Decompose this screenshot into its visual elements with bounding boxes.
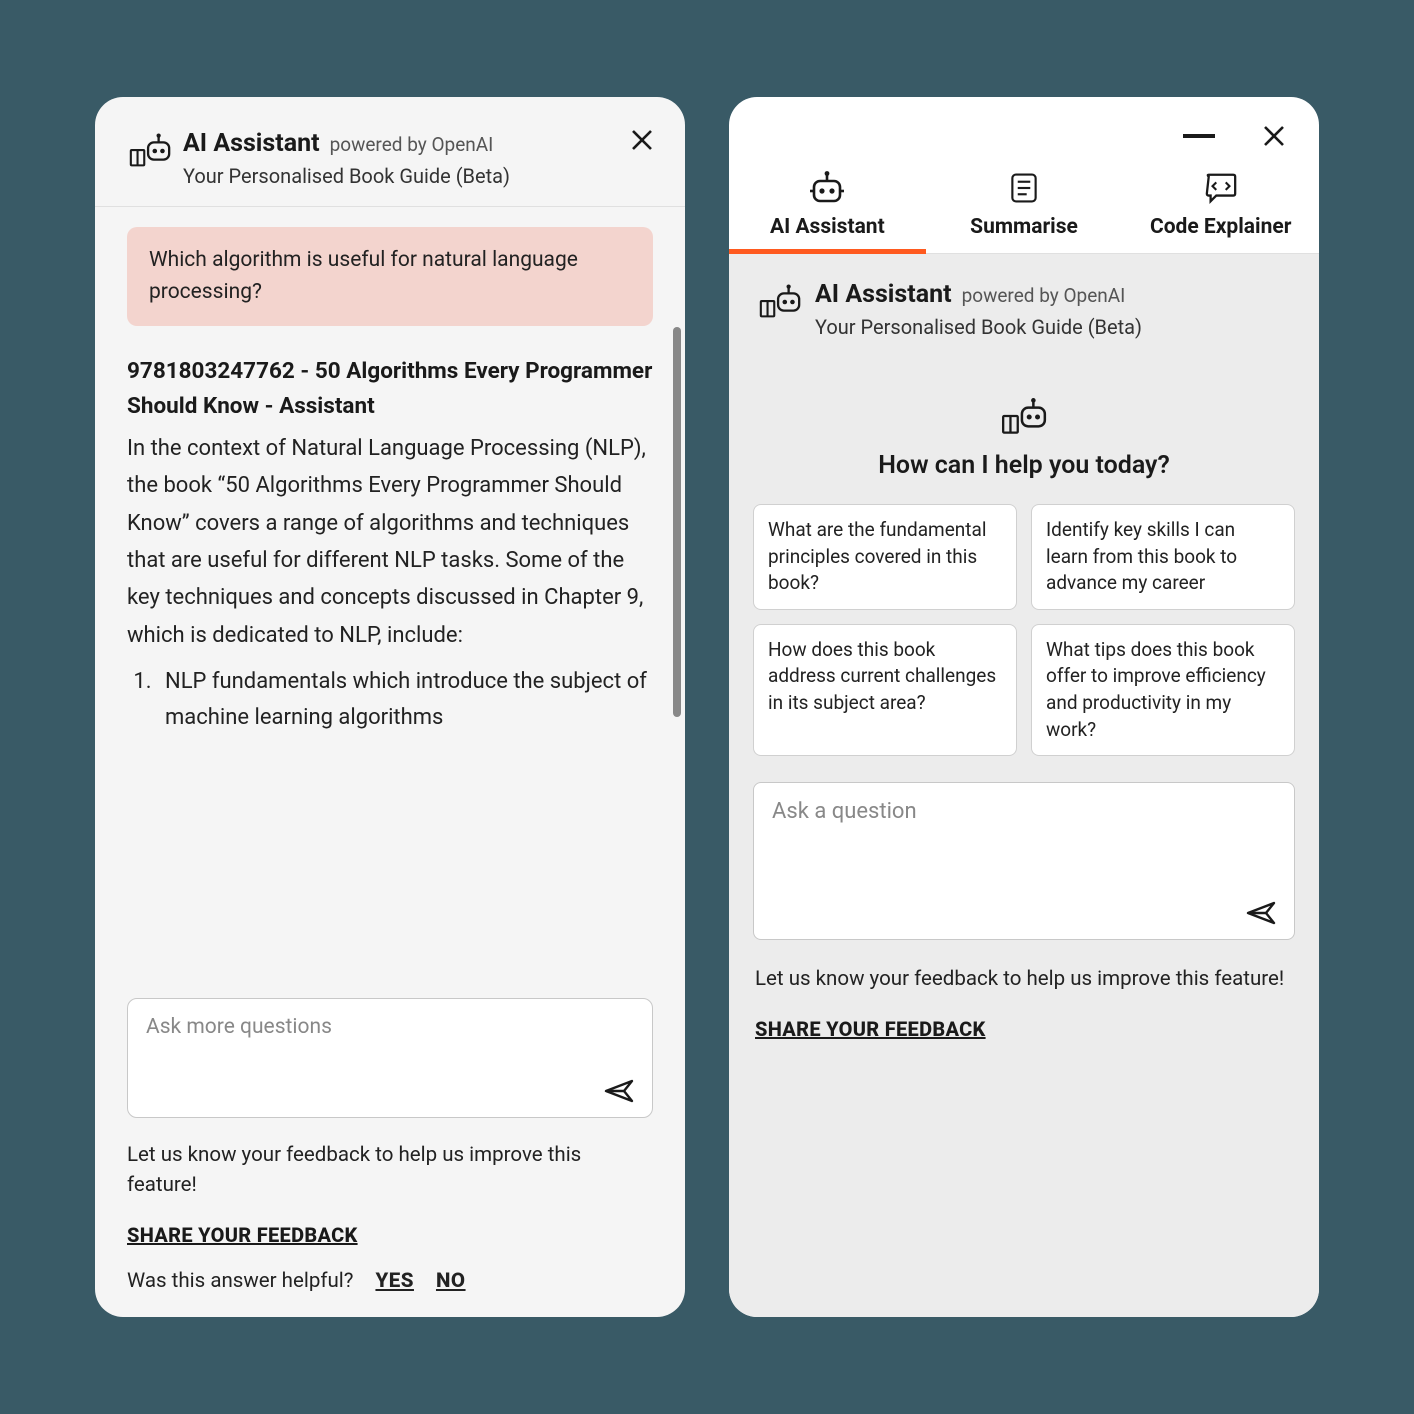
- robot-icon: [808, 171, 846, 205]
- powered-by-text: powered by OpenAI: [330, 133, 494, 156]
- powered-by-text: powered by OpenAI: [962, 284, 1126, 307]
- panel-title: AI Assistant: [183, 129, 320, 158]
- close-icon: [1263, 123, 1285, 149]
- panel-subtitle: Your Personalised Book Guide (Beta): [815, 315, 1142, 339]
- right-panel: AI Assistant Summarise Code Explainer AI…: [729, 97, 1319, 1317]
- assistant-main: How can I help you today? What are the f…: [729, 365, 1319, 1317]
- tab-label: Code Explainer: [1150, 215, 1291, 239]
- feedback-prompt: Let us know your feedback to help us imp…: [127, 1140, 653, 1202]
- suggestion-card[interactable]: How does this book address current chall…: [753, 624, 1017, 756]
- document-icon: [1005, 171, 1043, 205]
- robot-book-icon: [127, 131, 173, 171]
- user-question: Which algorithm is useful for natural la…: [127, 227, 653, 326]
- close-button[interactable]: [631, 129, 653, 151]
- assistant-header: AI Assistant powered by OpenAI Your Pers…: [729, 254, 1319, 365]
- helpful-yes-button[interactable]: YES: [375, 1269, 414, 1293]
- feedback-prompt: Let us know your feedback to help us imp…: [755, 964, 1293, 995]
- panel-title: AI Assistant: [815, 280, 952, 309]
- feedback-section: Let us know your feedback to help us imp…: [95, 1118, 685, 1318]
- suggestion-grid: What are the fundamental principles cove…: [753, 504, 1295, 756]
- window-controls: [729, 97, 1319, 147]
- chat-content: Which algorithm is useful for natural la…: [95, 207, 685, 974]
- panel-header: AI Assistant powered by OpenAI Your Pers…: [95, 97, 685, 207]
- share-feedback-link[interactable]: SHARE YOUR FEEDBACK: [755, 1017, 986, 1041]
- send-icon[interactable]: [604, 1077, 636, 1105]
- helpful-prompt: Was this answer helpful?: [127, 1269, 353, 1293]
- question-input[interactable]: Ask a question: [753, 782, 1295, 940]
- robot-book-icon: [999, 395, 1049, 439]
- tab-label: AI Assistant: [770, 215, 885, 239]
- send-icon[interactable]: [1246, 899, 1278, 927]
- robot-book-icon: [757, 282, 803, 322]
- answer-heading: 9781803247762 - 50 Algorithms Every Prog…: [127, 354, 653, 424]
- input-placeholder: Ask more questions: [146, 1015, 332, 1039]
- suggestion-card[interactable]: What tips does this book offer to improv…: [1031, 624, 1295, 756]
- left-panel: AI Assistant powered by OpenAI Your Pers…: [95, 97, 685, 1317]
- close-icon: [631, 129, 653, 151]
- share-feedback-link[interactable]: SHARE YOUR FEEDBACK: [127, 1223, 358, 1247]
- question-input[interactable]: Ask more questions: [127, 998, 653, 1118]
- help-hero: How can I help you today?: [753, 375, 1295, 504]
- tab-summarise[interactable]: Summarise: [926, 171, 1123, 253]
- scrollbar[interactable]: [673, 327, 681, 717]
- input-area: Ask more questions: [127, 998, 653, 1118]
- minimize-button[interactable]: [1183, 134, 1215, 138]
- helpful-no-button[interactable]: NO: [436, 1269, 466, 1293]
- answer-body: In the context of Natural Language Proce…: [127, 430, 653, 654]
- tab-ai-assistant[interactable]: AI Assistant: [729, 171, 926, 253]
- suggestion-card[interactable]: Identify key skills I can learn from thi…: [1031, 504, 1295, 610]
- panel-subtitle: Your Personalised Book Guide (Beta): [183, 164, 621, 188]
- help-title: How can I help you today?: [753, 451, 1295, 480]
- close-button[interactable]: [1263, 125, 1285, 147]
- input-placeholder: Ask a question: [772, 799, 917, 824]
- feedback-section: Let us know your feedback to help us imp…: [753, 940, 1295, 1067]
- suggestion-card[interactable]: What are the fundamental principles cove…: [753, 504, 1017, 610]
- answer-list-item: NLP fundamentals which introduce the sub…: [157, 664, 653, 737]
- tab-bar: AI Assistant Summarise Code Explainer: [729, 147, 1319, 254]
- tab-label: Summarise: [970, 215, 1078, 239]
- code-bubble-icon: [1202, 171, 1240, 205]
- tab-code-explainer[interactable]: Code Explainer: [1122, 171, 1319, 253]
